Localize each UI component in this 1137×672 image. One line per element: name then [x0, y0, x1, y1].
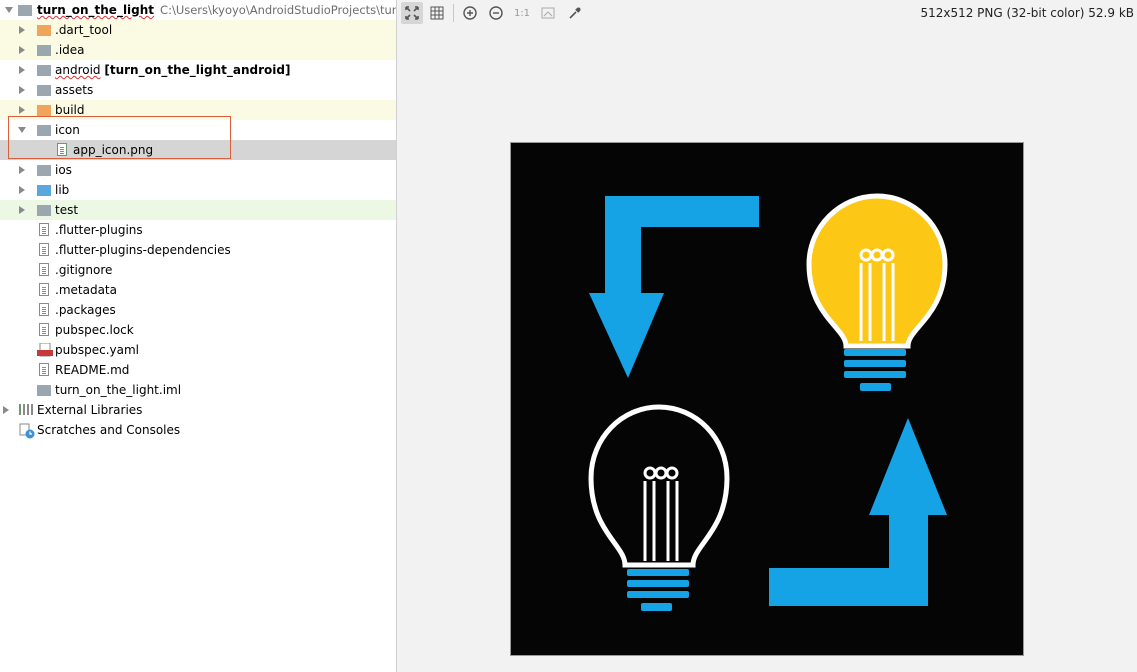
- tree-item-label: turn_on_the_light.iml: [55, 383, 182, 397]
- tree-item-external-libraries[interactable]: External Libraries: [0, 400, 396, 420]
- collapsed-arrow-icon[interactable]: [3, 406, 9, 414]
- eyedropper-icon: [569, 7, 581, 19]
- module-file-icon: [37, 385, 51, 396]
- image-viewer: 1:1 512x512 PNG (32-bit color) 52.9 kB: [397, 0, 1137, 672]
- scratches-icon: [19, 423, 35, 439]
- tree-item-assets[interactable]: assets: [0, 80, 396, 100]
- grid-toggle-button[interactable]: [426, 2, 448, 24]
- tree-item-label: Scratches and Consoles: [37, 423, 181, 437]
- zoom-in-icon: [463, 6, 477, 20]
- tree-item-label: ios: [55, 163, 72, 177]
- test-folder-icon: [37, 205, 51, 216]
- tree-item-label: app_icon.png: [73, 143, 154, 157]
- project-folder-icon: [18, 5, 32, 16]
- tree-root[interactable]: turn_on_the_light C:\Users\kyoyo\AndroidS…: [0, 0, 396, 20]
- libraries-icon: [19, 404, 33, 415]
- folder-icon: [37, 165, 51, 176]
- tree-item-dart-tool[interactable]: .dart_tool: [0, 20, 396, 40]
- module-folder-icon: [37, 65, 51, 76]
- tree-item-label: .gitignore: [55, 263, 113, 277]
- folder-icon: [37, 45, 51, 56]
- tree-item-pubspec-lock[interactable]: pubspec.lock: [0, 320, 396, 340]
- tree-item-label: lib: [55, 183, 70, 197]
- collapsed-arrow-icon[interactable]: [19, 46, 25, 54]
- toolbar-separator: [453, 4, 454, 22]
- tree-item-metadata[interactable]: .metadata: [0, 280, 396, 300]
- image-file-icon: [57, 143, 67, 156]
- tree-item-flutter-plugins-dependencies[interactable]: .flutter-plugins-dependencies: [0, 240, 396, 260]
- app-icon-image: [511, 143, 1023, 655]
- folder-icon: [37, 85, 51, 96]
- tree-item-label: .packages: [55, 303, 116, 317]
- folder-icon: [37, 105, 51, 116]
- file-icon: [39, 223, 49, 236]
- collapsed-arrow-icon[interactable]: [19, 26, 25, 34]
- tree-item-label: pubspec.yaml: [55, 343, 139, 357]
- fit-zoom-button[interactable]: [401, 2, 423, 24]
- collapsed-arrow-icon[interactable]: [19, 106, 25, 114]
- collapsed-arrow-icon[interactable]: [19, 186, 25, 194]
- collapsed-arrow-icon[interactable]: [19, 206, 25, 214]
- tree-item-flutter-plugins[interactable]: .flutter-plugins: [0, 220, 396, 240]
- viewer-toolbar: 1:1 512x512 PNG (32-bit color) 52.9 kB: [397, 0, 1137, 26]
- tree-item-readme[interactable]: README.md: [0, 360, 396, 380]
- tree-item-android[interactable]: android [turn_on_the_light_android]: [0, 60, 396, 80]
- yaml-file-icon: [37, 343, 53, 357]
- actual-size-button[interactable]: 1:1: [511, 2, 533, 24]
- ignore-file-icon: [39, 263, 49, 276]
- tree-item-label: .metadata: [55, 283, 117, 297]
- zoom-out-icon: [489, 6, 503, 20]
- source-folder-icon: [37, 185, 51, 196]
- project-name: turn_on_the_light: [37, 3, 155, 17]
- color-picker-button[interactable]: [564, 2, 586, 24]
- folder-icon: [37, 25, 51, 36]
- tree-item-icon[interactable]: icon: [0, 120, 396, 140]
- project-tree: turn_on_the_light C:\Users\kyoyo\AndroidS…: [0, 0, 397, 672]
- module-name: [turn_on_the_light_android]: [104, 63, 291, 77]
- tree-item-lib[interactable]: lib: [0, 180, 396, 200]
- collapsed-arrow-icon[interactable]: [19, 66, 25, 74]
- file-icon: [39, 243, 49, 256]
- project-path: C:\Users\kyoyo\AndroidStudioProjects\tur…: [160, 3, 397, 17]
- tree-item-gitignore[interactable]: .gitignore: [0, 260, 396, 280]
- tree-item-label: External Libraries: [37, 403, 143, 417]
- tree-item-ios[interactable]: ios: [0, 160, 396, 180]
- expand-arrow-icon[interactable]: [5, 7, 13, 13]
- tree-item-label: README.md: [55, 363, 130, 377]
- grid-icon: [430, 6, 444, 20]
- tree-item-build[interactable]: build: [0, 100, 396, 120]
- fit-icon: [405, 6, 419, 20]
- tree-item-iml[interactable]: turn_on_the_light.iml: [0, 380, 396, 400]
- tree-item-label: .idea: [55, 43, 85, 57]
- expand-arrow-icon[interactable]: [18, 127, 26, 133]
- tree-item-test[interactable]: test: [0, 200, 396, 220]
- tree-item-scratches[interactable]: Scratches and Consoles: [0, 420, 396, 440]
- tree-item-packages[interactable]: .packages: [0, 300, 396, 320]
- tree-item-label: .flutter-plugins-dependencies: [55, 243, 231, 257]
- file-icon: [39, 283, 49, 296]
- tree-item-pubspec-yaml[interactable]: pubspec.yaml: [0, 340, 396, 360]
- collapsed-arrow-icon[interactable]: [19, 86, 25, 94]
- image-info: 512x512 PNG (32-bit color) 52.9 kB: [920, 6, 1134, 20]
- tree-item-label: icon: [55, 123, 80, 137]
- tree-item-label: assets: [55, 83, 94, 97]
- fit-window-icon: [541, 7, 555, 19]
- zoom-out-button[interactable]: [485, 2, 507, 24]
- tree-item-label: build: [55, 103, 85, 117]
- fit-window-button[interactable]: [537, 2, 559, 24]
- file-icon: [39, 323, 49, 336]
- tree-item-label: test: [55, 203, 79, 217]
- tree-item-app-icon-png[interactable]: app_icon.png: [0, 140, 396, 160]
- tree-item-label: pubspec.lock: [55, 323, 134, 337]
- image-preview: [510, 142, 1024, 656]
- tree-item-label: .dart_tool: [55, 23, 113, 37]
- tree-item-label: android: [55, 63, 101, 77]
- folder-icon: [37, 125, 51, 136]
- file-icon: [39, 303, 49, 316]
- zoom-in-button[interactable]: [459, 2, 481, 24]
- tree-item-idea[interactable]: .idea: [0, 40, 396, 60]
- markdown-file-icon: [39, 363, 49, 376]
- tree-item-label: .flutter-plugins: [55, 223, 143, 237]
- collapsed-arrow-icon[interactable]: [19, 166, 25, 174]
